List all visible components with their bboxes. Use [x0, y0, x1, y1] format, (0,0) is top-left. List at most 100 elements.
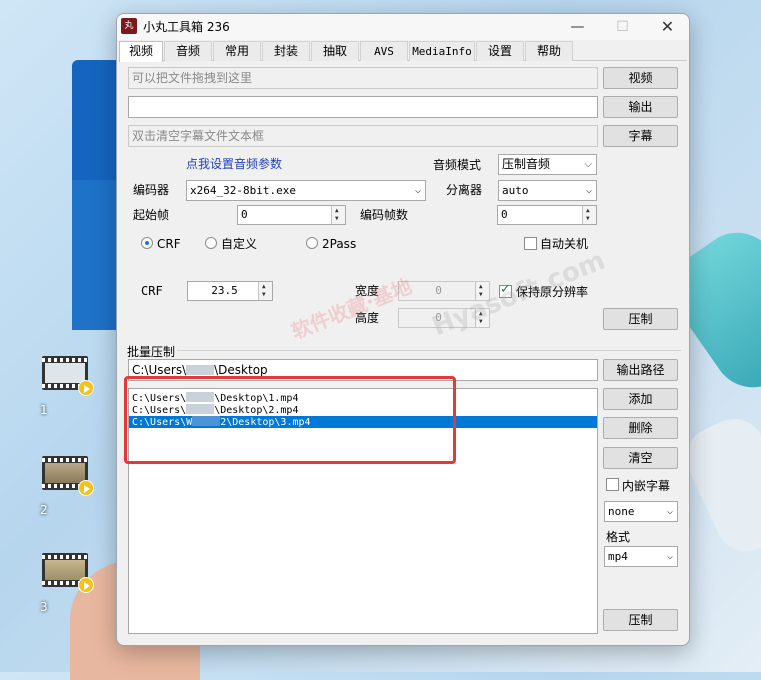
close-button[interactable]: ✕ — [645, 14, 689, 40]
app-logo-icon: 丸 — [121, 18, 137, 34]
window-title: 小丸工具箱 236 — [143, 20, 230, 34]
frame-count-value: 0 — [501, 208, 508, 221]
radio-2pass[interactable] — [306, 237, 318, 249]
tab-video[interactable]: 视频 — [119, 41, 163, 62]
tab-common[interactable]: 常用 — [213, 41, 261, 61]
title-bar[interactable]: 丸 小丸工具箱 236 — ☐ ✕ — [117, 14, 689, 40]
tab-settings[interactable]: 设置 — [476, 41, 524, 61]
height-spinner[interactable]: 0 ▲ ▼ — [398, 308, 490, 328]
height-value: 0 — [435, 311, 442, 324]
chevron-down-icon: ⌵ — [666, 506, 673, 517]
clear-button[interactable]: 清空 — [603, 447, 678, 469]
output-button[interactable]: 输出 — [603, 96, 678, 118]
video-thumbnail-icon — [42, 553, 94, 593]
auto-shutdown-label: 自动关机 — [540, 237, 589, 251]
output-path-button[interactable]: 输出路径 — [603, 359, 678, 381]
minimize-button[interactable]: — — [555, 14, 600, 40]
chevron-down-icon: ⌵ — [585, 185, 592, 196]
chevron-down-icon: ⌵ — [666, 551, 673, 562]
keep-resolution-label: 保持原分辨率 — [516, 285, 589, 299]
video-thumbnail-icon — [42, 356, 94, 396]
desktop-file-3[interactable]: 3 — [40, 553, 94, 614]
video-thumbnail-icon — [42, 456, 94, 496]
frame-count-label: 编码帧数 — [360, 208, 409, 222]
delete-button[interactable]: 删除 — [603, 417, 678, 439]
file-list-item[interactable]: C:\Users\ \Desktop\1.mp4 — [129, 392, 597, 404]
radio-custom[interactable] — [205, 237, 217, 249]
spinner-arrows-icon[interactable]: ▲ ▼ — [331, 206, 345, 224]
redacted-username — [186, 392, 215, 402]
tab-mux[interactable]: 封装 — [262, 41, 310, 61]
group-divider — [177, 350, 681, 351]
encoder-value: x264_32-8bit.exe — [190, 184, 296, 197]
subtitle-button[interactable]: 字幕 — [603, 125, 678, 147]
chevron-down-icon: ⌵ — [584, 159, 592, 170]
encode-button[interactable]: 压制 — [603, 308, 678, 330]
redacted-username — [186, 404, 215, 414]
crf-spinner[interactable]: 23.5 ▲ ▼ — [187, 281, 273, 301]
subtitle-mode-value: none — [608, 505, 635, 518]
keep-resolution-checkbox[interactable] — [499, 282, 512, 298]
audio-settings-link[interactable]: 点我设置音频参数 — [186, 156, 282, 172]
frame-count-spinner[interactable]: 0 ▲ ▼ — [497, 205, 597, 225]
desktop-file-label: 3 — [40, 600, 48, 614]
play-icon — [78, 380, 94, 396]
path-prefix: C:\Users\ — [132, 363, 187, 377]
tab-extract[interactable]: 抽取 — [311, 41, 359, 61]
format-select[interactable]: mp4 ⌵ — [604, 546, 678, 567]
width-label: 宽度 — [355, 284, 380, 298]
audio-mode-value: 压制音频 — [502, 157, 551, 171]
start-frame-spinner[interactable]: 0 ▲ ▼ — [237, 205, 346, 225]
subtitle-field[interactable]: 双击清空字幕文件文本框 — [128, 125, 598, 147]
maximize-button[interactable]: ☐ — [600, 14, 645, 40]
add-button[interactable]: 添加 — [603, 388, 678, 410]
path-suffix: \Desktop — [214, 363, 268, 377]
output-file-field[interactable] — [128, 96, 598, 118]
batch-file-list[interactable]: C:\Users\ \Desktop\1.mp4 C:\Users\ \Deskto… — [128, 388, 598, 634]
desktop-file-label: 2 — [40, 503, 48, 517]
encoder-label: 编码器 — [133, 183, 170, 197]
height-label: 高度 — [355, 311, 380, 325]
radio-custom-label: 自定义 — [221, 237, 258, 251]
batch-output-path-field[interactable]: C:\Users\ \Desktop — [128, 359, 598, 381]
crf-label: CRF — [141, 284, 163, 298]
file-list-item-selected[interactable]: C:\Users\W 2\Desktop\3.mp4 — [129, 416, 597, 428]
start-frame-label: 起始帧 — [133, 208, 170, 222]
subtitle-mode-select[interactable]: none ⌵ — [604, 501, 678, 522]
batch-encode-button[interactable]: 压制 — [603, 609, 678, 631]
video-button[interactable]: 视频 — [603, 67, 678, 89]
audio-mode-label: 音频模式 — [433, 158, 482, 172]
embed-subtitle-label: 内嵌字幕 — [622, 479, 671, 493]
embed-subtitle-checkbox[interactable] — [606, 478, 619, 491]
width-spinner[interactable]: 0 ▲ ▼ — [398, 281, 490, 301]
auto-shutdown-checkbox[interactable] — [524, 237, 537, 250]
tab-mediainfo[interactable]: MediaInfo — [409, 41, 475, 61]
width-value: 0 — [435, 284, 442, 297]
spinner-arrows-icon[interactable]: ▲ ▼ — [258, 282, 272, 300]
watermark-cn: 软件收藏·基地 — [287, 273, 416, 344]
tab-audio[interactable]: 音频 — [164, 41, 212, 61]
tab-bar: 视频 音频 常用 封装 抽取 AVS MediaInfo 设置 帮助 — [119, 41, 687, 62]
video-input-field[interactable]: 可以把文件拖拽到这里 — [128, 67, 598, 89]
demuxer-select[interactable]: auto ⌵ — [498, 180, 597, 201]
tab-avs[interactable]: AVS — [360, 41, 408, 61]
crf-value: 23.5 — [211, 284, 238, 297]
encoder-select[interactable]: x264_32-8bit.exe ⌵ — [186, 180, 426, 201]
format-value: mp4 — [608, 550, 628, 563]
tab-help[interactable]: 帮助 — [525, 41, 573, 61]
radio-crf[interactable] — [141, 237, 153, 249]
desktop-file-label: 1 — [40, 403, 48, 417]
spinner-arrows-icon[interactable]: ▲ ▼ — [582, 206, 596, 224]
spinner-arrows-icon[interactable]: ▲ ▼ — [475, 309, 489, 327]
app-window: 丸 小丸工具箱 236 — ☐ ✕ 视频 音频 常用 封装 抽取 AVS Med… — [116, 13, 690, 646]
desktop-file-1[interactable]: 1 — [40, 356, 94, 417]
audio-mode-select[interactable]: 压制音频 ⌵ — [498, 154, 597, 175]
file-list-item[interactable]: C:\Users\ \Desktop\2.mp4 — [129, 404, 597, 416]
play-icon — [78, 480, 94, 496]
demuxer-value: auto — [502, 184, 529, 197]
chevron-down-icon: ⌵ — [414, 185, 421, 196]
video-tab-panel: 可以把文件拖拽到这里 视频 输出 双击清空字幕文件文本框 字幕 点我设置音频参数… — [117, 61, 689, 645]
desktop-file-2[interactable]: 2 — [40, 456, 94, 517]
radio-2pass-label: 2Pass — [322, 237, 357, 251]
spinner-arrows-icon[interactable]: ▲ ▼ — [475, 282, 489, 300]
